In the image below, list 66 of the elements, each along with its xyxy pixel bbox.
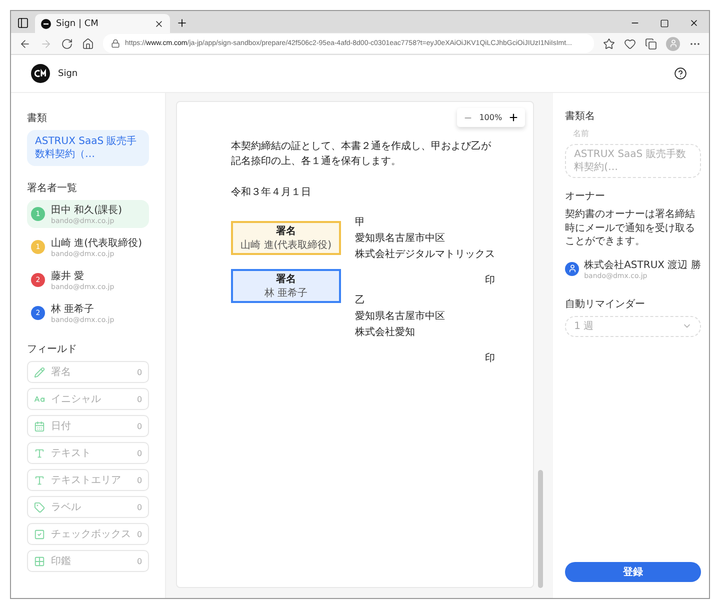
panel-icon[interactable]	[17, 17, 29, 29]
party-role: 甲	[355, 216, 366, 229]
field-item[interactable]: チェックボックス 0	[27, 523, 150, 545]
signer-name: 藤井 愛	[51, 270, 86, 283]
signer-name: 山崎 進(代表取締役)	[51, 236, 142, 250]
app-name: Sign	[58, 68, 78, 78]
seal-mark: 印	[485, 352, 496, 365]
lock-icon	[111, 39, 120, 48]
document-chip[interactable]: ASTRUX SaaS 販売手数料契約（…	[27, 130, 150, 166]
scrollbar-thumb[interactable]	[538, 470, 544, 588]
home-icon[interactable]	[82, 38, 94, 50]
field-item[interactable]: テキスト 0	[27, 442, 150, 464]
user-icon	[565, 262, 580, 276]
field-item[interactable]: 日付 0	[27, 415, 150, 437]
field-type-icon	[34, 394, 45, 404]
field-type-icon	[34, 474, 45, 486]
submit-button[interactable]: 登録	[565, 562, 701, 582]
logo-icon	[41, 18, 51, 28]
reload-icon[interactable]	[61, 38, 73, 50]
signature-field[interactable]: 署名 山崎 進(代表取締役)	[231, 221, 342, 255]
field-item[interactable]: 署名 0	[27, 361, 150, 383]
favorite-icon[interactable]	[603, 38, 615, 50]
field-type-icon	[34, 556, 45, 566]
party-company: 株式会社デジタルマトリックス	[355, 248, 496, 261]
section-label: オーナー	[565, 190, 606, 203]
name-field[interactable]: ASTRUX SaaS 販売手数料契約(…	[565, 144, 701, 178]
signature-field[interactable]: 署名 林 亜希子	[231, 269, 342, 303]
party-company: 株式会社愛知	[355, 326, 416, 339]
zoom-in-icon[interactable]	[508, 112, 520, 123]
zoom-level: 100%	[479, 113, 502, 122]
field-item[interactable]: イニシャル 0	[27, 388, 150, 410]
document-date: 令和３年４月１日	[231, 186, 312, 199]
field-type-icon	[34, 420, 45, 432]
field-item[interactable]: テキストエリア 0	[27, 469, 150, 491]
seal-mark: 印	[485, 274, 496, 287]
field-type-icon	[34, 448, 45, 458]
maximize-icon[interactable]	[660, 19, 669, 28]
field-item[interactable]: 印鑑 0	[27, 550, 150, 572]
section-label: 書類名	[565, 110, 596, 123]
new-tab-icon[interactable]	[176, 17, 188, 29]
field-label: 名前	[572, 128, 590, 139]
collections-icon[interactable]	[645, 38, 657, 50]
section-label: 書類	[27, 112, 48, 125]
back-icon[interactable]	[19, 38, 31, 50]
help-icon[interactable]	[674, 67, 687, 80]
section-label: 署名者一覧	[27, 182, 78, 195]
signer-name: 田中 和久(課長)	[51, 204, 122, 217]
party-address: 愛知県名古屋市中区	[355, 310, 446, 323]
section-label: フィールド	[27, 343, 78, 356]
owner-note: 契約書のオーナーは署名締結時にメールで通知を受け取ることができます。	[565, 208, 696, 248]
party-role: 乙	[355, 294, 366, 307]
field-type-icon	[34, 528, 45, 540]
close-icon[interactable]	[154, 18, 164, 28]
field-item[interactable]: ラベル 0	[27, 496, 150, 518]
party-address: 愛知県名古屋市中区	[355, 232, 446, 245]
field-type-icon	[34, 502, 45, 512]
field-type-icon	[34, 366, 45, 378]
owner-name: 株式会社ASTRUX 渡辺 勝	[584, 258, 701, 272]
section-label: 自動リマインダー	[565, 298, 646, 310]
signer-name: 林 亜希子	[51, 302, 96, 316]
logo-icon	[31, 64, 50, 83]
browser-tab[interactable]: Sign | CM	[35, 14, 170, 33]
close-icon[interactable]	[689, 18, 699, 28]
document-paragraph: 本契約締結の証として、本書２通を作成し、甲および乙が記名捺印の上、各１通を保有します。	[231, 140, 492, 169]
favorites-icon[interactable]	[624, 38, 636, 50]
reminder-select[interactable]: 1 週	[565, 316, 701, 336]
